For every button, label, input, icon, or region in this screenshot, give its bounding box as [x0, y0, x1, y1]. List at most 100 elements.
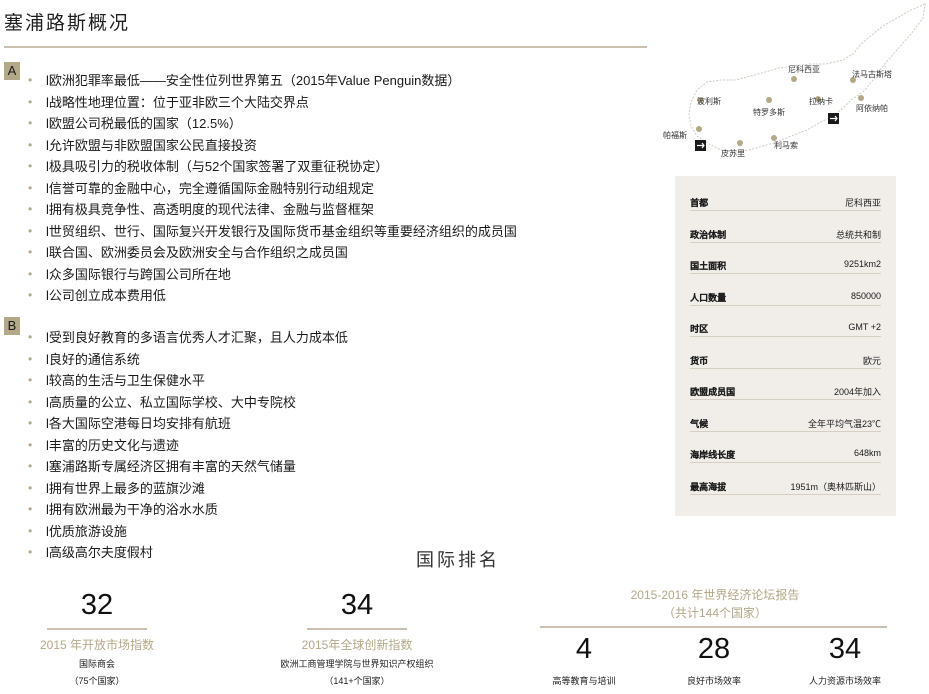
list-item: l极具吸引力的税收体制（与52个国家签署了双重征税协定）	[28, 156, 517, 178]
wef-label-market: 良好市场效率	[686, 676, 741, 686]
list-item: l受到良好教育的多语言优秀人才汇聚，且人力成本低	[28, 327, 348, 349]
map-label-pissouri: 皮苏里	[721, 149, 745, 158]
section-a-list: l欧洲犯罪率最低——安全性位列世界第五（2015年Value Penguin数据…	[28, 70, 517, 307]
fact-key: 时区	[690, 324, 709, 334]
city-dot	[791, 76, 797, 82]
fact-value: 总统共和制	[835, 229, 881, 240]
wef-label-education: 高等教育与培训	[552, 676, 616, 686]
fact-row: 气候 全年平均气温23℃	[675, 417, 896, 449]
fact-divider	[690, 462, 881, 463]
section-b-badge: B	[4, 317, 20, 335]
fact-row: 欧盟成员国 2004年加入	[675, 385, 896, 417]
city-dot	[696, 126, 702, 132]
fact-row: 海岸线长度 648km	[675, 448, 896, 480]
list-item: l战略性地理位置：位于亚非欧三个大陆交界点	[28, 92, 517, 114]
list-item: l良好的通信系统	[28, 349, 348, 371]
list-item: l众多国际银行与跨国公司所在地	[28, 264, 517, 286]
list-item: l高级高尔夫度假村	[28, 542, 348, 564]
wef-rank-labor: 34	[828, 633, 862, 665]
list-item: l各大国际空港每日均安排有航班	[28, 413, 348, 435]
list-item: l信誉可靠的金融中心，完全遵循国际金融特别行动组规定	[28, 178, 517, 200]
fact-value: 9251km2	[843, 259, 881, 269]
list-item: l允许欧盟与非欧盟国家公民直接投资	[28, 135, 517, 157]
list-item: l世贸组织、世行、国际复兴开发银行及国际货币基金组织等重要经济组织的成员国	[28, 221, 517, 243]
fact-value: 850000	[850, 290, 881, 301]
list-item: l优质旅游设施	[28, 521, 348, 543]
innovation-divider	[307, 628, 407, 630]
list-item: l塞浦路斯专属经济区拥有丰富的天然气储量	[28, 456, 348, 478]
map-label-limassol: 利马索	[774, 141, 798, 150]
map-label-ayia-napa: 阿依纳帕	[856, 104, 888, 113]
wef-rank-education: 4	[575, 633, 593, 665]
wef-label: 2015-2016 年世界经济论坛报告	[630, 588, 800, 602]
fact-divider	[690, 241, 881, 243]
fact-row: 国土面积 9251km2	[675, 259, 896, 291]
open-market-rank: 32	[80, 589, 114, 621]
city-dot	[766, 97, 772, 103]
fact-key: 国土面积	[690, 261, 727, 271]
fact-key: 海岸线长度	[690, 450, 736, 460]
open-market-label: 2015 年开放市场指数	[39, 638, 155, 652]
airport-icon	[695, 140, 706, 151]
fact-row: 时区 GMT +2	[675, 322, 896, 354]
fact-divider	[690, 430, 881, 432]
fact-row: 最高海拔 1951m（奥林匹斯山）	[675, 480, 896, 512]
open-market-note: （75个国家）	[69, 676, 125, 686]
list-item: l较高的生活与卫生保健水平	[28, 370, 348, 392]
fact-value: 1951m（奥林匹斯山）	[790, 481, 881, 492]
map-label-famagusta: 法马古斯塔	[852, 70, 892, 79]
fact-value: 欧元	[862, 355, 881, 366]
section-b-list: l受到良好教育的多语言优秀人才汇聚，且人力成本低 l良好的通信系统 l较高的生活…	[28, 327, 348, 564]
innovation-note: （141+个国家）	[324, 676, 390, 686]
map-label-paphos: 帕福斯	[663, 131, 687, 140]
wef-note: （共计144个国家）	[662, 606, 768, 620]
fact-key: 最高海拔	[690, 481, 727, 492]
fact-key: 气候	[690, 418, 709, 429]
innovation-label: 2015年全球创新指数	[301, 638, 413, 652]
map-label-polis: 波利斯	[697, 97, 721, 106]
fact-key: 货币	[690, 355, 709, 366]
open-market-source: 国际商会	[78, 659, 115, 669]
list-item: l欧盟公司税最低的国家（12.5%）	[28, 113, 517, 135]
fact-divider	[690, 273, 881, 274]
fact-key: 人口数量	[690, 292, 727, 303]
innovation-source: 欧洲工商管理学院与世界知识产权组织	[280, 659, 434, 669]
wef-label-labor: 人力资源市场效率	[808, 676, 881, 686]
fact-divider	[690, 493, 881, 495]
fact-row: 政治体制 总统共和制	[675, 228, 896, 260]
cyprus-map: 尼科西亚 法马古斯塔 阿依纳帕 拉纳卡 波利斯 特罗多斯 帕福斯 皮苏里 利马索	[661, 0, 929, 170]
map-label-troodos: 特罗多斯	[753, 108, 785, 117]
list-item: l拥有世界上最多的蓝旗沙滩	[28, 478, 348, 500]
list-item: l丰富的历史文化与遗迹	[28, 435, 348, 457]
fact-row: 货币 欧元	[675, 354, 896, 386]
list-item: l高质量的公立、私立国际学校、大中专院校	[28, 392, 348, 414]
fact-value: 全年平均气温23℃	[807, 418, 881, 429]
fact-divider	[690, 210, 881, 211]
fact-value: GMT +2	[848, 322, 881, 332]
fact-value: 2004年加入	[833, 387, 881, 397]
fact-key: 首都	[690, 198, 709, 208]
section-a-badge: A	[4, 62, 20, 80]
list-item: l欧洲犯罪率最低——安全性位列世界第五（2015年Value Penguin数据…	[28, 70, 517, 92]
fact-divider	[690, 399, 881, 400]
list-item: l公司创立成本费用低	[28, 285, 517, 307]
fact-value: 尼科西亚	[844, 198, 881, 208]
map-label-larnaca: 拉纳卡	[809, 97, 833, 106]
fact-key: 政治体制	[690, 229, 727, 240]
fact-row: 首都 尼科西亚	[675, 196, 896, 228]
fact-divider	[690, 304, 881, 306]
list-item: l拥有欧洲最为干净的浴水水质	[28, 499, 348, 521]
fact-row: 人口数量 850000	[675, 291, 896, 323]
fact-divider	[690, 367, 881, 369]
title-divider	[4, 46, 647, 48]
list-item: l联合国、欧洲委员会及欧洲安全与合作组织之成员国	[28, 242, 517, 264]
fact-divider	[690, 336, 881, 337]
open-market-divider	[47, 628, 147, 630]
fact-value: 648km	[853, 448, 881, 458]
city-dot	[858, 95, 864, 101]
page-title: 塞浦路斯概况	[4, 13, 131, 34]
city-dot	[737, 140, 743, 146]
list-item: l拥有极具竞争性、高透明度的现代法律、金融与监督框架	[28, 199, 517, 221]
airport-icon	[828, 113, 839, 124]
wef-divider	[540, 626, 887, 628]
